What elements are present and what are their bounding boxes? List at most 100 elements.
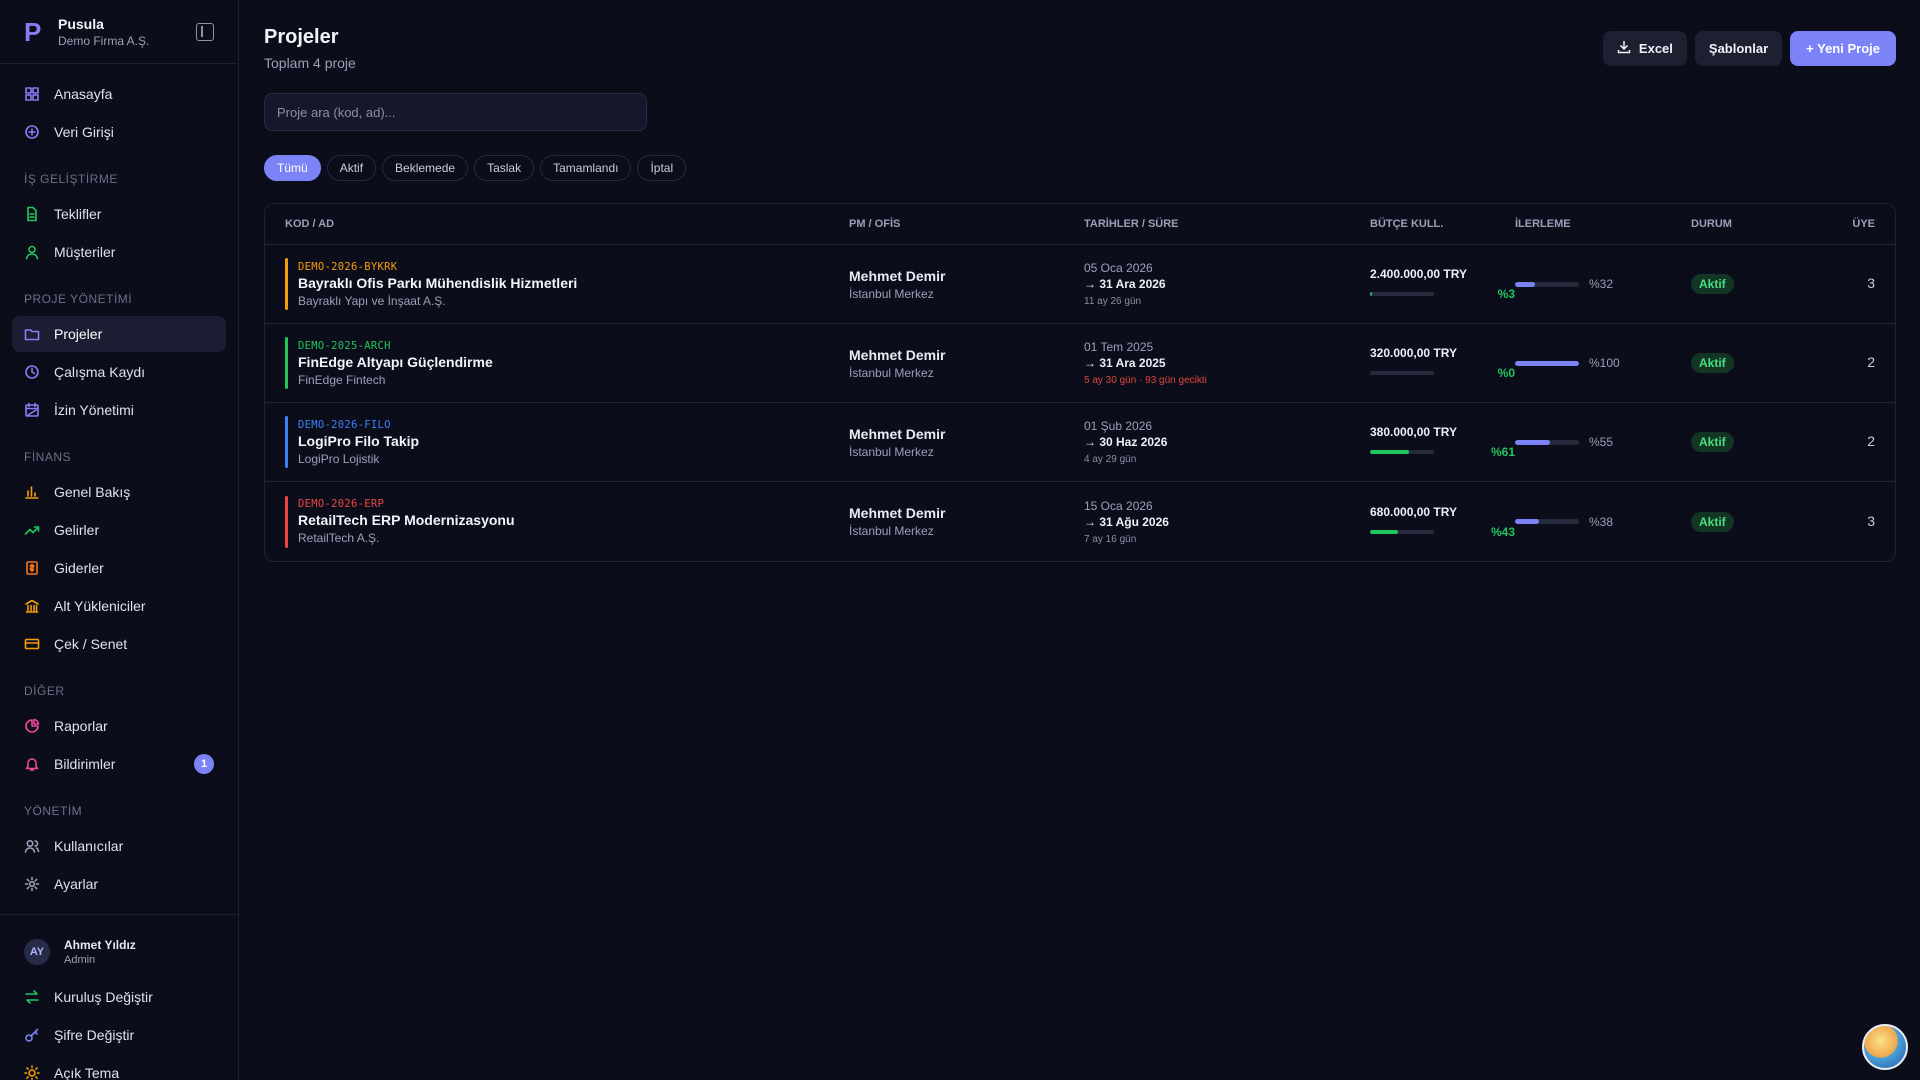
project-color-stripe [285,416,288,468]
grid-icon [24,86,40,102]
column-header[interactable]: TARİHLER / SÜRE [1084,218,1370,230]
file-icon [24,206,40,222]
table-row[interactable]: DEMO-2025-ARCH FinEdge Altyapı Güçlendir… [265,324,1895,403]
user-profile[interactable]: AY Ahmet Yıldız Admin [0,935,238,969]
start-date: 05 Oca 2026 [1084,261,1153,275]
sidebar: P Pusula Demo Firma A.Ş. Anasayfa Veri Gi… [0,0,239,1080]
sidebar-item-label: Genel Bakış [54,484,131,500]
sidebar-item-gelirler[interactable]: Gelirler [12,512,226,548]
filter-chip[interactable]: Aktif [326,155,377,181]
sidebar-item-genel-bakış[interactable]: Genel Bakış [12,474,226,510]
clock-icon [24,364,40,380]
sidebar-item-çek-senet[interactable]: Çek / Senet [12,626,226,662]
templates-button[interactable]: Şablonlar [1694,31,1783,66]
sidebar-collapse-icon[interactable] [196,22,214,41]
sidebar-item-bildirimler[interactable]: Bildirimler 1 [12,746,226,782]
sidebar-item-veri-girişi[interactable]: Veri Girişi [12,114,226,150]
sidebar-item-açık-tema[interactable]: Açık Tema [12,1055,226,1080]
sidebar-item-label: Müşteriler [54,244,116,260]
filter-chip[interactable]: İptal [637,155,687,181]
progress-percent: %32 [1589,277,1614,291]
filter-chip[interactable]: Tamamlandı [540,155,632,181]
sidebar-section-title: YÖNETİM [24,804,83,818]
sidebar-section-title: DİĞER [24,684,65,698]
sidebar-item-çalışma-kaydı[interactable]: Çalışma Kaydı [12,354,226,390]
duration: 7 ay 16 gün [1084,533,1137,545]
users-icon [24,838,40,854]
project-code: DEMO-2026-ERP [298,498,385,510]
column-header[interactable]: DURUM [1691,218,1843,230]
end-date: → 31 Ağu 2026 [1084,514,1169,529]
table-row[interactable]: DEMO-2026-FILO LogiPro Filo Takip LogiPr… [265,403,1895,482]
project-name[interactable]: FinEdge Altyapı Güçlendirme [298,354,493,370]
pusula-logo-icon: P [24,16,42,47]
table-body: DEMO-2026-BYKRK Bayraklı Ofis Parkı Mühe… [265,245,1895,561]
budget-amount: 320.000,00 TRY [1370,346,1457,360]
project-name[interactable]: RetailTech ERP Modernizasyonu [298,512,515,528]
sidebar-item-label: Açık Tema [54,1065,120,1080]
sidebar-item-şifre-değiştir[interactable]: Şifre Değiştir [12,1017,226,1053]
sidebar-item-kullanıcılar[interactable]: Kullanıcılar [12,828,226,864]
column-header[interactable]: ÜYE [1843,218,1875,230]
budget-amount: 380.000,00 TRY [1370,425,1457,439]
brand-header: P Pusula Demo Firma A.Ş. [0,0,238,64]
sidebar-item-anasayfa[interactable]: Anasayfa [12,76,226,112]
plus-circle-icon [24,124,40,140]
sidebar-item-kuruluş-değiştir[interactable]: Kuruluş Değiştir [12,979,226,1015]
sidebar-item-alt-yükleniciler[interactable]: Alt Yükleniciler [12,588,226,624]
sidebar-item-label: Kuruluş Değiştir [54,989,153,1005]
bell-icon [24,756,40,772]
status-badge: Aktif [1691,432,1734,452]
sidebar-item-label: Giderler [54,560,104,576]
project-name[interactable]: LogiPro Filo Takip [298,433,419,449]
sidebar-item-label: Projeler [54,326,103,342]
filter-chip[interactable]: Taslak [474,155,535,181]
pm-name: Mehmet Demir [849,267,946,284]
filter-chip[interactable]: Tümü [264,155,321,181]
filter-chip[interactable]: Beklemede [382,155,469,181]
sidebar-item-label: Çalışma Kaydı [54,364,146,380]
sidebar-item-i-zin-yönetimi[interactable]: İzin Yönetimi [12,392,226,428]
project-search-input[interactable] [264,93,647,131]
budget-usage-percent: %61 [1490,445,1515,459]
sidebar-item-giderler[interactable]: Giderler [12,550,226,586]
folder-icon [24,326,40,342]
progress-bar [1515,519,1579,524]
progress-bar [1515,281,1579,287]
table-row[interactable]: DEMO-2026-BYKRK Bayraklı Ofis Parkı Mühe… [265,245,1895,324]
project-code: DEMO-2025-ARCH [298,339,391,352]
sidebar-item-raporlar[interactable]: Raporlar [12,708,226,744]
budget-usage-percent: %0 [1497,366,1515,380]
progress-percent: %38 [1589,514,1614,529]
sidebar-item-projeler[interactable]: Projeler [12,316,226,352]
excel-label: Excel [1638,41,1673,56]
key-icon [24,1027,40,1043]
assistant-avatar-button[interactable] [1862,1024,1908,1070]
member-count: 2 [1867,433,1875,449]
project-name[interactable]: Bayraklı Ofis Parkı Mühendislik Hizmetle… [298,275,577,291]
project-client: RetailTech A.Ş. [298,531,380,545]
sidebar-nav: Anasayfa Veri Girişi İŞ GELİŞTİRME Teklifle… [0,64,238,902]
trend-up-icon [24,522,40,538]
column-header[interactable]: İLERLEME [1515,218,1691,230]
sidebar-item-ayarlar[interactable]: Ayarlar [12,866,226,902]
table-header: KOD / AD PM / OFİS TARİHLER / SÜRE BÜTÇE KU… [265,204,1895,245]
column-header[interactable]: BÜTÇE KULL. [1370,218,1515,230]
budget-amount: 2.400.000,00 TRY [1370,267,1467,281]
download-icon [1617,40,1631,57]
member-count: 2 [1867,354,1875,370]
budget-amount: 680.000,00 TRY [1370,504,1457,519]
excel-export-button[interactable]: Excel [1602,31,1687,66]
column-header[interactable]: KOD / AD [285,218,849,230]
new-project-button[interactable]: + Yeni Proje [1790,31,1896,66]
bar-chart-icon [24,484,40,500]
sidebar-item-label: Alt Yükleniciler [54,598,146,614]
budget-usage-bar [1370,529,1434,534]
sidebar-item-teklifler[interactable]: Teklifler [12,196,226,232]
user-role: Admin [64,954,96,966]
sidebar-item-müşteriler[interactable]: Müşteriler [12,234,226,270]
member-count: 3 [1867,275,1875,291]
user-icon [24,244,40,260]
table-row[interactable]: DEMO-2026-ERP RetailTech ERP Modernizasy… [265,482,1895,561]
column-header[interactable]: PM / OFİS [849,218,1084,230]
